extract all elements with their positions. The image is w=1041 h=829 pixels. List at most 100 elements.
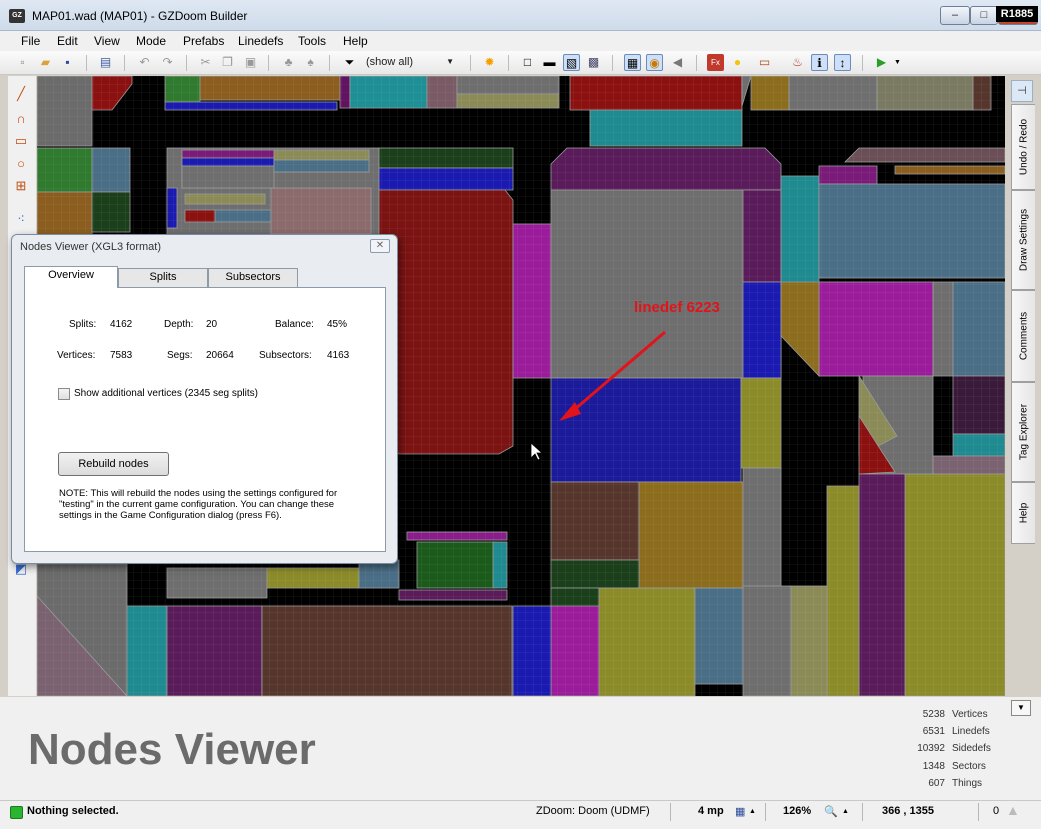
subsectors-label: Subsectors: [259,350,312,361]
draw-curve-icon[interactable]: ∩ [12,110,30,128]
dock-tab-tag-explorer[interactable]: Tag Explorer [1011,382,1035,482]
cut-icon[interactable]: ✂ [197,54,214,71]
chevron-up-icon[interactable]: ▲ [842,808,849,815]
menu-mode[interactable]: Mode [136,34,166,48]
linedef-annotation: linedef 6223 [634,299,720,316]
toolbar-separator [124,55,125,71]
map-stat-value: 6531 [922,726,945,737]
show-vertices-checkbox[interactable] [58,388,70,400]
fx-icon[interactable]: Fx [707,54,724,71]
grid-icon[interactable]: ▦ [624,54,641,71]
tab-overview[interactable]: Overview [24,266,118,288]
menu-tools[interactable]: Tools [298,34,326,48]
tab-subsectors[interactable]: Subsectors [208,268,298,287]
lightbulb-icon[interactable]: ● [729,54,746,71]
filter-icon[interactable]: ⏷ [341,54,358,71]
status-separator [765,803,766,821]
coordinates-label: 366 , 1355 [882,805,934,817]
app-icon: GZ [9,9,25,23]
map-stat-label: Linedefs [952,726,990,737]
filter-value: (show all) [366,56,414,68]
menu-linedefs[interactable]: Linedefs [238,34,283,48]
dock-tab-undo-redo[interactable]: Undo / Redo [1011,104,1035,190]
chevron-up-icon[interactable]: ▲ [749,808,756,815]
map-stat-value: 607 [928,778,945,789]
dialog-close-button[interactable]: ✕ [370,239,390,253]
game-config-label[interactable]: ZDoom: Doom (UDMF) [536,805,650,817]
vertices-label: Vertices: [57,350,96,361]
map-stat-label: Sectors [952,761,986,772]
dock-tab-comments[interactable]: Comments [1011,290,1035,382]
dock-tab-draw-settings[interactable]: Draw Settings [1011,190,1035,290]
insert-prefab-icon[interactable]: ♣ [280,54,297,71]
panel-collapse-button[interactable]: ▼ [1011,700,1031,716]
overview-panel: Splits: 4162 Depth: 20 Balance: 45% Vert… [24,287,386,552]
maximize-button[interactable]: □ [970,6,998,25]
brightness-icon[interactable]: ✹ [481,54,498,71]
fog-icon[interactable]: ♨ [789,54,806,71]
status-separator [978,803,979,821]
models-icon[interactable]: ▭ [756,54,773,71]
chevron-down-icon[interactable]: ▼ [889,54,906,71]
menu-file[interactable]: File [21,34,40,48]
dialog-title: Nodes Viewer (XGL3 format) [20,241,162,253]
menu-prefabs[interactable]: Prefabs [183,34,224,48]
map-stat-value: 5238 [922,709,945,720]
map-options-icon[interactable]: ▤ [97,54,114,71]
status-separator [670,803,671,821]
height-icon[interactable]: ↕ [834,54,851,71]
view-ceilings-icon[interactable]: ▩ [585,54,602,71]
auto-merge-icon[interactable]: ◀ [669,54,686,71]
menu-view[interactable]: View [94,34,120,48]
undo-icon[interactable]: ↶ [136,54,153,71]
info-panel: Nodes Viewer 5238 Vertices 6531 Linedefs… [0,697,1041,800]
dock-tab-label: Comments [1018,311,1029,361]
warning-icon[interactable]: ▲ [1006,802,1020,818]
view-brightness-icon[interactable]: ▬ [541,54,558,71]
warnings-count: 0 [993,805,1000,817]
new-map-icon[interactable]: ▫ [14,54,31,71]
dock-tab-label: Undo / Redo [1018,118,1029,176]
window-title: MAP01.wad (MAP01) - GZDoom Builder [32,9,248,23]
pin-icon[interactable]: ⊣ [1011,80,1033,102]
tab-splits[interactable]: Splits [118,268,208,287]
title-bar: GZ MAP01.wad (MAP01) - GZDoom Builder ‒ … [0,0,1041,31]
revision-badge: R1885 [996,6,1038,22]
toolbar-separator [508,55,509,71]
segs-value: 20664 [206,350,234,361]
toolbar-separator [86,55,87,71]
zoom-label[interactable]: 126% [783,805,811,817]
view-normal-icon[interactable]: □ [519,54,536,71]
draw-lines-icon[interactable]: ╱ [12,85,30,103]
paste-icon[interactable]: ▣ [242,54,259,71]
draw-grid-icon[interactable]: ⊞ [12,177,30,195]
dock-tab-label: Draw Settings [1018,208,1029,272]
chevron-down-icon: ▼ [446,57,454,66]
draw-ellipse-icon[interactable]: ○ [12,155,30,173]
vertices-mode-icon[interactable]: ⁖ [12,210,30,228]
open-map-icon[interactable]: ▰ [37,54,54,71]
insert-previous-prefab-icon[interactable]: ♠ [302,54,319,71]
status-separator [862,803,863,821]
snap-icon[interactable]: ◉ [646,54,663,71]
draw-rectangle-icon[interactable]: ▭ [12,132,30,150]
redo-icon[interactable]: ↷ [159,54,176,71]
test-map-icon[interactable]: ▶ [873,54,890,71]
rebuild-nodes-button[interactable]: Rebuild nodes [58,452,169,476]
things-filter-select[interactable]: (show all) ▼ [362,54,458,72]
info-icon[interactable]: ℹ [811,54,828,71]
nodes-viewer-dialog: Nodes Viewer (XGL3 format) ✕ Overview Sp… [11,234,398,564]
grid-icon[interactable]: ▦ [735,805,745,818]
minimize-button[interactable]: ‒ [940,6,970,25]
copy-icon[interactable]: ❐ [219,54,236,71]
dock-tab-help[interactable]: Help [1011,482,1035,544]
toolbar-separator [862,55,863,71]
save-map-icon[interactable]: ▪ [59,54,76,71]
toolbar-separator [696,55,697,71]
grid-size-label[interactable]: 4 mp [698,805,724,817]
zoom-icon[interactable]: 🔍 [824,805,838,818]
menu-edit[interactable]: Edit [57,34,78,48]
balance-value: 45% [327,319,348,330]
view-floors-icon[interactable]: ▧ [563,54,580,71]
menu-help[interactable]: Help [343,34,368,48]
